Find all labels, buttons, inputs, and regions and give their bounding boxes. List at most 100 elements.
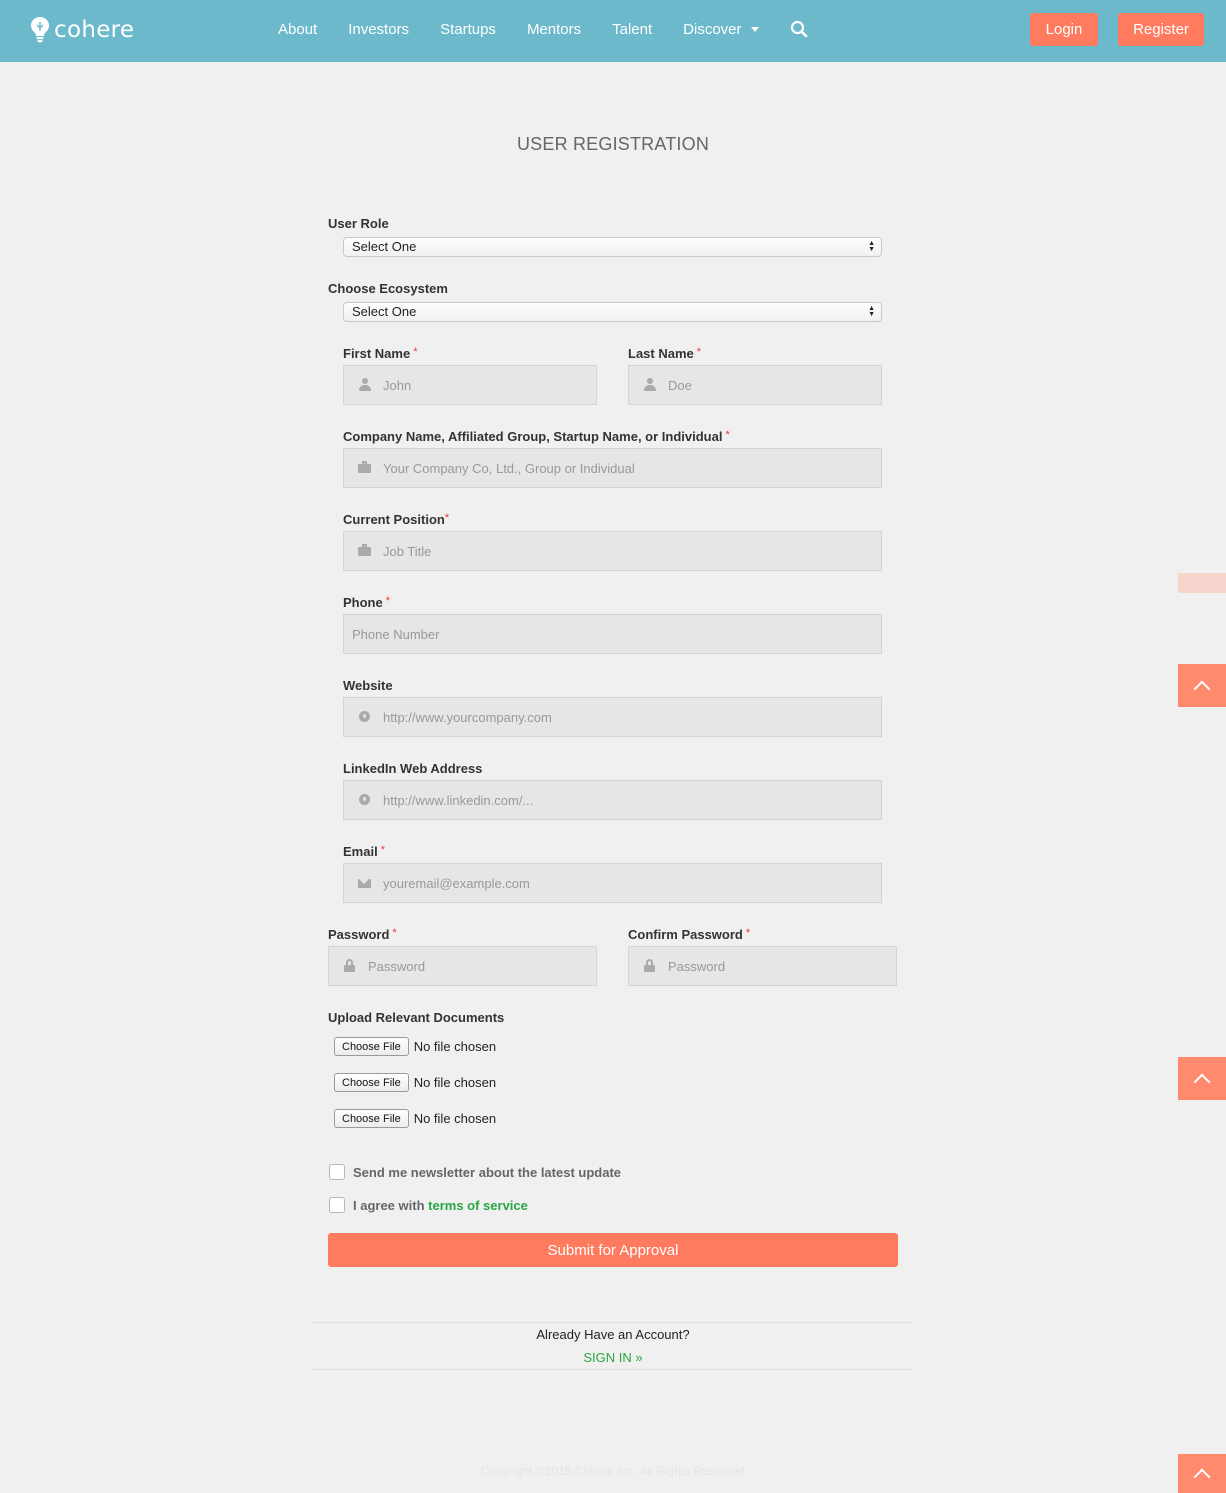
search-icon[interactable] (790, 20, 808, 38)
phone-label-text: Phone (343, 595, 383, 610)
first-name-label-text: First Name (343, 346, 411, 361)
last-name-placeholder: Doe (668, 378, 692, 393)
password-label-text: Password (328, 927, 390, 942)
email-label: Email * (343, 844, 385, 859)
briefcase-icon (358, 461, 372, 475)
phone-field[interactable]: Phone Number (343, 614, 882, 654)
briefcase-icon (358, 544, 372, 558)
choose-file-button[interactable]: Choose File (334, 1073, 409, 1092)
user-role-value: Select One (352, 239, 417, 254)
scroll-top-button-faded[interactable] (1178, 573, 1226, 593)
phone-placeholder: Phone Number (352, 627, 440, 642)
logo-text: cohere (54, 17, 135, 43)
register-button[interactable]: Register (1118, 13, 1204, 46)
lock-icon (643, 959, 657, 973)
required-marker: * (745, 927, 751, 939)
company-placeholder: Your Company Co, Ltd., Group or Individu… (383, 461, 635, 476)
choose-file-button[interactable]: Choose File (334, 1109, 409, 1128)
position-field[interactable]: Job Title (343, 531, 882, 571)
email-field[interactable]: youremail@example.com (343, 863, 882, 903)
first-name-field[interactable]: John (343, 365, 597, 405)
required-marker: * (385, 595, 391, 607)
confirm-password-label: Confirm Password * (628, 927, 750, 942)
terms-checkbox[interactable] (329, 1197, 345, 1213)
position-placeholder: Job Title (383, 544, 432, 559)
terms-label: I agree with terms of service (353, 1198, 528, 1213)
newsletter-label: Send me newsletter about the latest upda… (353, 1164, 621, 1180)
main-nav: About Investors Startups Mentors Talent … (278, 0, 808, 58)
top-navbar: cohere About Investors Startups Mentors … (0, 0, 1226, 62)
divider (313, 1322, 913, 1323)
linkedin-placeholder: http://www.linkedin.com/... (383, 793, 534, 808)
required-marker: * (696, 346, 702, 358)
terms-option: I agree with terms of service (329, 1197, 528, 1213)
linkedin-label: LinkedIn Web Address (343, 761, 483, 776)
nav-discover[interactable]: Discover (683, 20, 759, 38)
nav-mentors[interactable]: Mentors (527, 21, 581, 38)
nav-investors[interactable]: Investors (348, 21, 409, 38)
required-marker: * (380, 844, 385, 856)
email-placeholder: youremail@example.com (383, 876, 530, 891)
scroll-top-button[interactable] (1178, 1454, 1226, 1493)
ecosystem-select[interactable]: Select One ▲ ▼ (343, 302, 882, 322)
scroll-top-button[interactable] (1178, 664, 1226, 707)
required-marker: * (444, 512, 450, 524)
logo[interactable]: cohere (30, 14, 134, 46)
divider (313, 1369, 913, 1370)
scroll-top-button[interactable] (1178, 1057, 1226, 1100)
envelope-icon (358, 876, 372, 890)
chevron-up-icon (1193, 1468, 1211, 1485)
last-name-field[interactable]: Doe (628, 365, 882, 405)
terms-prefix: I agree with (353, 1197, 425, 1213)
last-name-label-text: Last Name (628, 346, 694, 361)
position-label-text: Current Position (343, 512, 445, 527)
nav-about[interactable]: About (278, 21, 317, 38)
website-label: Website (343, 678, 393, 693)
globe-icon (358, 793, 372, 807)
submit-button[interactable]: Submit for Approval (328, 1233, 898, 1267)
website-placeholder: http://www.yourcompany.com (383, 710, 552, 725)
ecosystem-value: Select One (352, 304, 417, 319)
page-title: USER REGISTRATION (516, 134, 710, 154)
lightbulb-icon (31, 17, 49, 43)
lock-icon (343, 959, 357, 973)
chevron-up-icon (1193, 680, 1211, 697)
sign-in-link[interactable]: SIGN IN » (313, 1350, 913, 1365)
company-field[interactable]: Your Company Co, Ltd., Group or Individu… (343, 448, 882, 488)
first-name-label: First Name * (343, 346, 417, 361)
file-upload-3: Choose File No file chosen (334, 1109, 496, 1128)
select-arrows-icon: ▲ ▼ (868, 240, 875, 253)
nav-talent[interactable]: Talent (612, 21, 652, 38)
confirm-password-field[interactable]: Password (628, 946, 897, 986)
ecosystem-label: Choose Ecosystem (328, 281, 448, 296)
user-role-select[interactable]: Select One ▲ ▼ (343, 237, 882, 257)
file-upload-2: Choose File No file chosen (334, 1073, 496, 1092)
user-icon (643, 378, 657, 392)
company-label-text: Company Name, Affiliated Group, Startup … (343, 429, 723, 444)
file-status: No file chosen (413, 1075, 497, 1090)
file-upload-1: Choose File No file chosen (334, 1037, 496, 1056)
file-status: No file chosen (413, 1111, 497, 1126)
position-label: Current Position* (343, 512, 449, 527)
chevron-up-icon (1193, 1073, 1211, 1090)
globe-icon (358, 710, 372, 724)
confirm-password-label-text: Confirm Password (628, 927, 743, 942)
linkedin-field[interactable]: http://www.linkedin.com/... (343, 780, 882, 820)
password-label: Password * (328, 927, 397, 942)
user-role-label: User Role (328, 216, 389, 231)
website-field[interactable]: http://www.yourcompany.com (343, 697, 882, 737)
choose-file-button[interactable]: Choose File (334, 1037, 409, 1056)
email-label-text: Email (343, 844, 378, 859)
nav-discover-label: Discover (683, 20, 742, 38)
terms-of-service-link[interactable]: terms of service (428, 1198, 528, 1213)
caret-down-icon (750, 26, 759, 32)
newsletter-checkbox[interactable] (329, 1164, 345, 1180)
phone-label: Phone * (343, 595, 390, 610)
nav-startups[interactable]: Startups (440, 21, 496, 38)
company-label: Company Name, Affiliated Group, Startup … (343, 429, 730, 444)
required-marker: * (725, 429, 730, 441)
uploads-label: Upload Relevant Documents (328, 1010, 505, 1025)
login-button[interactable]: Login (1030, 13, 1098, 46)
password-field[interactable]: Password (328, 946, 597, 986)
already-account-text: Already Have an Account? (536, 1327, 690, 1342)
